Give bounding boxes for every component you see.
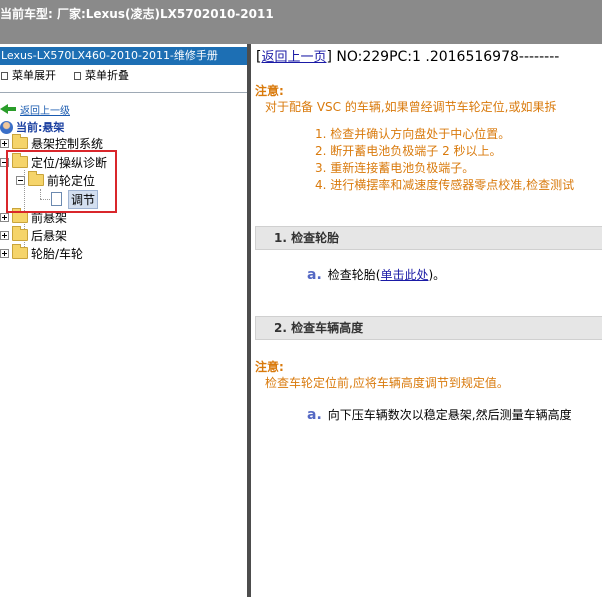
note-step: 3. 重新连接蓄电池负极端子。	[315, 161, 475, 175]
note-text: 对于配备 VSC 的车辆,如果曾经调节车轮定位,或如果拆	[265, 100, 557, 114]
tree-item-rear-suspension[interactable]: 后悬架	[0, 226, 67, 244]
tree-item-tire-wheel[interactable]: 轮胎/车轮	[0, 244, 83, 262]
highlight-annotation	[6, 150, 117, 213]
user-icon	[0, 120, 13, 134]
note-title: 注意:	[255, 84, 284, 98]
expand-icon[interactable]	[0, 230, 9, 240]
folder-icon	[12, 134, 28, 149]
menu-icon	[1, 72, 8, 80]
menu-icon	[74, 72, 81, 80]
note-title: 注意:	[255, 360, 284, 374]
back-page-link[interactable]: 返回上一页	[261, 50, 326, 65]
click-here-link[interactable]: 单击此处	[380, 266, 428, 283]
current-location-label: 当前:悬架	[16, 121, 65, 134]
item-label: a.	[307, 267, 322, 283]
section-check-height: 2. 检查车辆高度	[255, 316, 602, 340]
tree-item-label: 悬架控制系统	[31, 136, 104, 151]
folder-icon	[12, 226, 28, 241]
document-number: NO:229PC:1 .2016516978--------	[336, 49, 560, 65]
step-check-height: a. 向下压车辆数次以稳定悬架,然后测量车辆高度	[307, 407, 572, 423]
back-arrow-icon	[0, 103, 18, 115]
expand-all-label: 菜单展开	[12, 69, 56, 82]
tree-item-label: 轮胎/车轮	[31, 246, 84, 261]
note-text: 检查车轮定位前,应将车辆高度调节到规定值。	[265, 376, 509, 390]
expand-icon[interactable]	[0, 248, 9, 258]
section-check-tires: 1. 检查轮胎	[255, 226, 602, 250]
expand-all-button[interactable]: 菜单展开	[1, 68, 56, 84]
collapse-all-label: 菜单折叠	[85, 69, 129, 82]
step-check-tires: a. 检查轮胎(单击此处)。	[307, 266, 446, 283]
title-bar: 当前车型: 厂家:Lexus(凌志)LX5702010-2011	[0, 0, 602, 44]
note-step: 1. 检查并确认方向盘处于中心位置。	[315, 127, 511, 141]
manual-title: Lexus-LX570LX460-2010-2011-维修手册	[0, 47, 247, 65]
collapse-all-button[interactable]: 菜单折叠	[74, 68, 129, 84]
menu-toolbar: 菜单展开 菜单折叠	[0, 68, 247, 84]
note-step: 4. 进行横摆率和减速度传感器零点校准,检查测试	[315, 178, 575, 192]
sidebar: Lexus-LX570LX460-2010-2011-维修手册 菜单展开 菜单折…	[0, 44, 247, 597]
folder-icon	[12, 244, 28, 259]
item-label: a.	[307, 407, 322, 423]
divider	[0, 92, 247, 93]
content-pane: [返回上一页] NO:229PC:1 .2016516978-------- 注…	[251, 44, 602, 597]
back-up-link[interactable]: 返回上一级	[0, 102, 70, 117]
current-location: 当前:悬架	[0, 119, 64, 135]
tree-item-label: 后悬架	[31, 228, 68, 243]
note-step: 2. 断开蓄电池负极端子 2 秒以上。	[315, 144, 502, 158]
back-up-text[interactable]: 返回上一级	[20, 102, 70, 117]
content-header: [返回上一页] NO:229PC:1 .2016516978--------	[256, 49, 560, 65]
expand-icon[interactable]	[0, 138, 9, 148]
expand-icon[interactable]	[0, 212, 9, 222]
window-title: 当前车型: 厂家:Lexus(凌志)LX5702010-2011	[0, 7, 274, 21]
